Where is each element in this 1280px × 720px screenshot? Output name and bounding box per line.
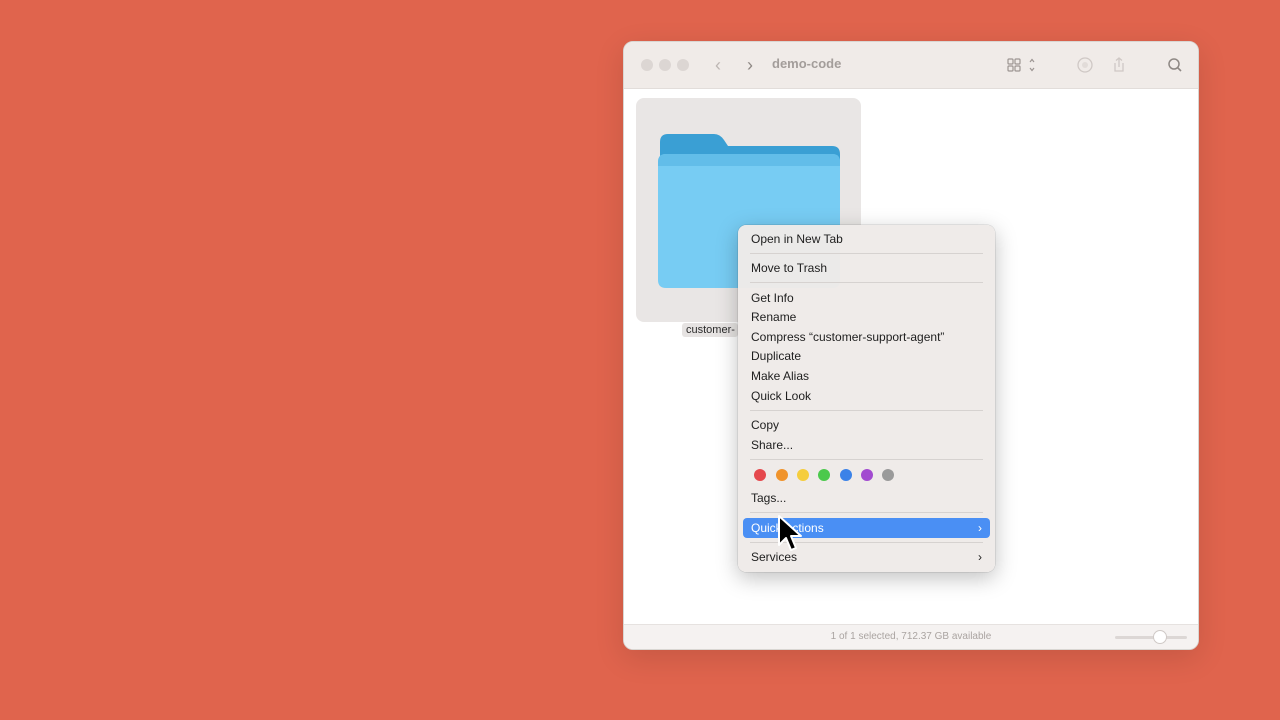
menu-separator (750, 459, 983, 460)
menu-separator (750, 410, 983, 411)
status-bar: 1 of 1 selected, 712.37 GB available (624, 624, 1198, 649)
icon-size-slider-knob[interactable] (1153, 630, 1167, 644)
icon-size-slider[interactable] (1115, 636, 1187, 639)
chevron-right-icon: › (978, 521, 982, 535)
tag-yellow-dot[interactable] (797, 469, 809, 481)
tag-gray-dot[interactable] (882, 469, 894, 481)
menu-item-copy[interactable]: Copy (743, 415, 990, 435)
status-text: 1 of 1 selected, 712.37 GB available (830, 631, 992, 642)
menu-item-make-alias[interactable]: Make Alias (743, 366, 990, 386)
action-icon[interactable] (1074, 54, 1096, 76)
menu-item-open-in-new-tab[interactable]: Open in New Tab (743, 229, 990, 249)
menu-item-duplicate[interactable]: Duplicate (743, 346, 990, 366)
menu-item-compress[interactable]: Compress “customer-support-agent” (743, 327, 990, 347)
menu-item-rename[interactable]: Rename (743, 307, 990, 327)
menu-item-share[interactable]: Share... (743, 435, 990, 455)
tag-orange-dot[interactable] (776, 469, 788, 481)
mouse-pointer-icon (778, 515, 802, 551)
menu-separator (750, 253, 983, 254)
window-toolbar: ‹ › demo-code (624, 42, 1198, 89)
grid-view-icon[interactable] (1004, 54, 1035, 76)
chevron-right-icon: › (978, 550, 982, 564)
forward-icon[interactable]: › (740, 54, 760, 76)
tag-red-dot[interactable] (754, 469, 766, 481)
window-title: demo-code (772, 56, 842, 71)
menu-item-quick-look[interactable]: Quick Look (743, 386, 990, 406)
menu-separator (750, 282, 983, 283)
zoom-window-button[interactable] (677, 59, 689, 71)
menu-item-get-info[interactable]: Get Info (743, 288, 990, 308)
close-window-button[interactable] (641, 59, 653, 71)
menu-item-tags[interactable]: Tags... (743, 488, 990, 508)
minimize-window-button[interactable] (659, 59, 671, 71)
menu-item-move-to-trash[interactable]: Move to Trash (743, 258, 990, 278)
folder-name-label[interactable]: customer- (682, 323, 738, 337)
share-icon[interactable] (1108, 54, 1130, 76)
tag-purple-dot[interactable] (861, 469, 873, 481)
search-icon[interactable] (1164, 54, 1186, 76)
back-icon[interactable]: ‹ (708, 54, 728, 76)
tag-green-dot[interactable] (818, 469, 830, 481)
tag-blue-dot[interactable] (840, 469, 852, 481)
menu-separator (750, 512, 983, 513)
